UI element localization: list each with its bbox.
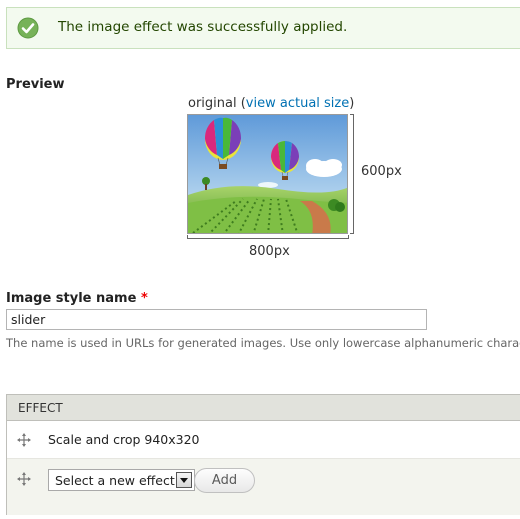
caption-prefix: original ( xyxy=(188,96,246,111)
width-dimension-guide xyxy=(187,235,349,239)
effects-table: EFFECT Scale and crop 940x320 Select a n… xyxy=(6,394,520,515)
image-style-name-label: Image style name * xyxy=(6,291,148,306)
preview-caption: original (view actual size) xyxy=(188,96,354,111)
drag-handle-icon[interactable] xyxy=(17,472,31,486)
width-label: 800px xyxy=(249,244,290,259)
view-actual-size-link[interactable]: view actual size xyxy=(246,96,349,111)
field-description: The name is used in URLs for generated i… xyxy=(6,336,520,350)
chevron-down-icon[interactable] xyxy=(176,472,192,488)
image-style-name-input[interactable] xyxy=(6,309,427,330)
preview-heading: Preview xyxy=(6,77,65,92)
label-text: Image style name xyxy=(6,291,137,306)
new-effect-row: Select a new effect Add xyxy=(7,459,520,515)
table-row: Scale and crop 940x320 xyxy=(7,421,520,459)
effect-name[interactable]: Scale and crop 940x320 xyxy=(48,432,200,447)
add-effect-button[interactable]: Add xyxy=(194,468,255,493)
height-dimension-guide xyxy=(350,114,354,234)
status-text: The image effect was successfully applie… xyxy=(58,19,348,35)
status-message: The image effect was successfully applie… xyxy=(6,7,520,49)
required-marker: * xyxy=(140,291,148,306)
drag-handle-icon[interactable] xyxy=(17,433,31,447)
effects-table-header: EFFECT xyxy=(7,395,520,421)
height-label: 600px xyxy=(361,164,402,179)
check-circle-icon xyxy=(17,17,39,39)
effect-column-header: EFFECT xyxy=(18,401,63,415)
balloon-landscape-illustration xyxy=(188,115,347,233)
preview-image[interactable] xyxy=(187,114,348,234)
new-effect-select[interactable]: Select a new effect xyxy=(48,469,195,491)
caption-suffix: ) xyxy=(349,96,355,111)
select-value: Select a new effect xyxy=(55,473,175,488)
